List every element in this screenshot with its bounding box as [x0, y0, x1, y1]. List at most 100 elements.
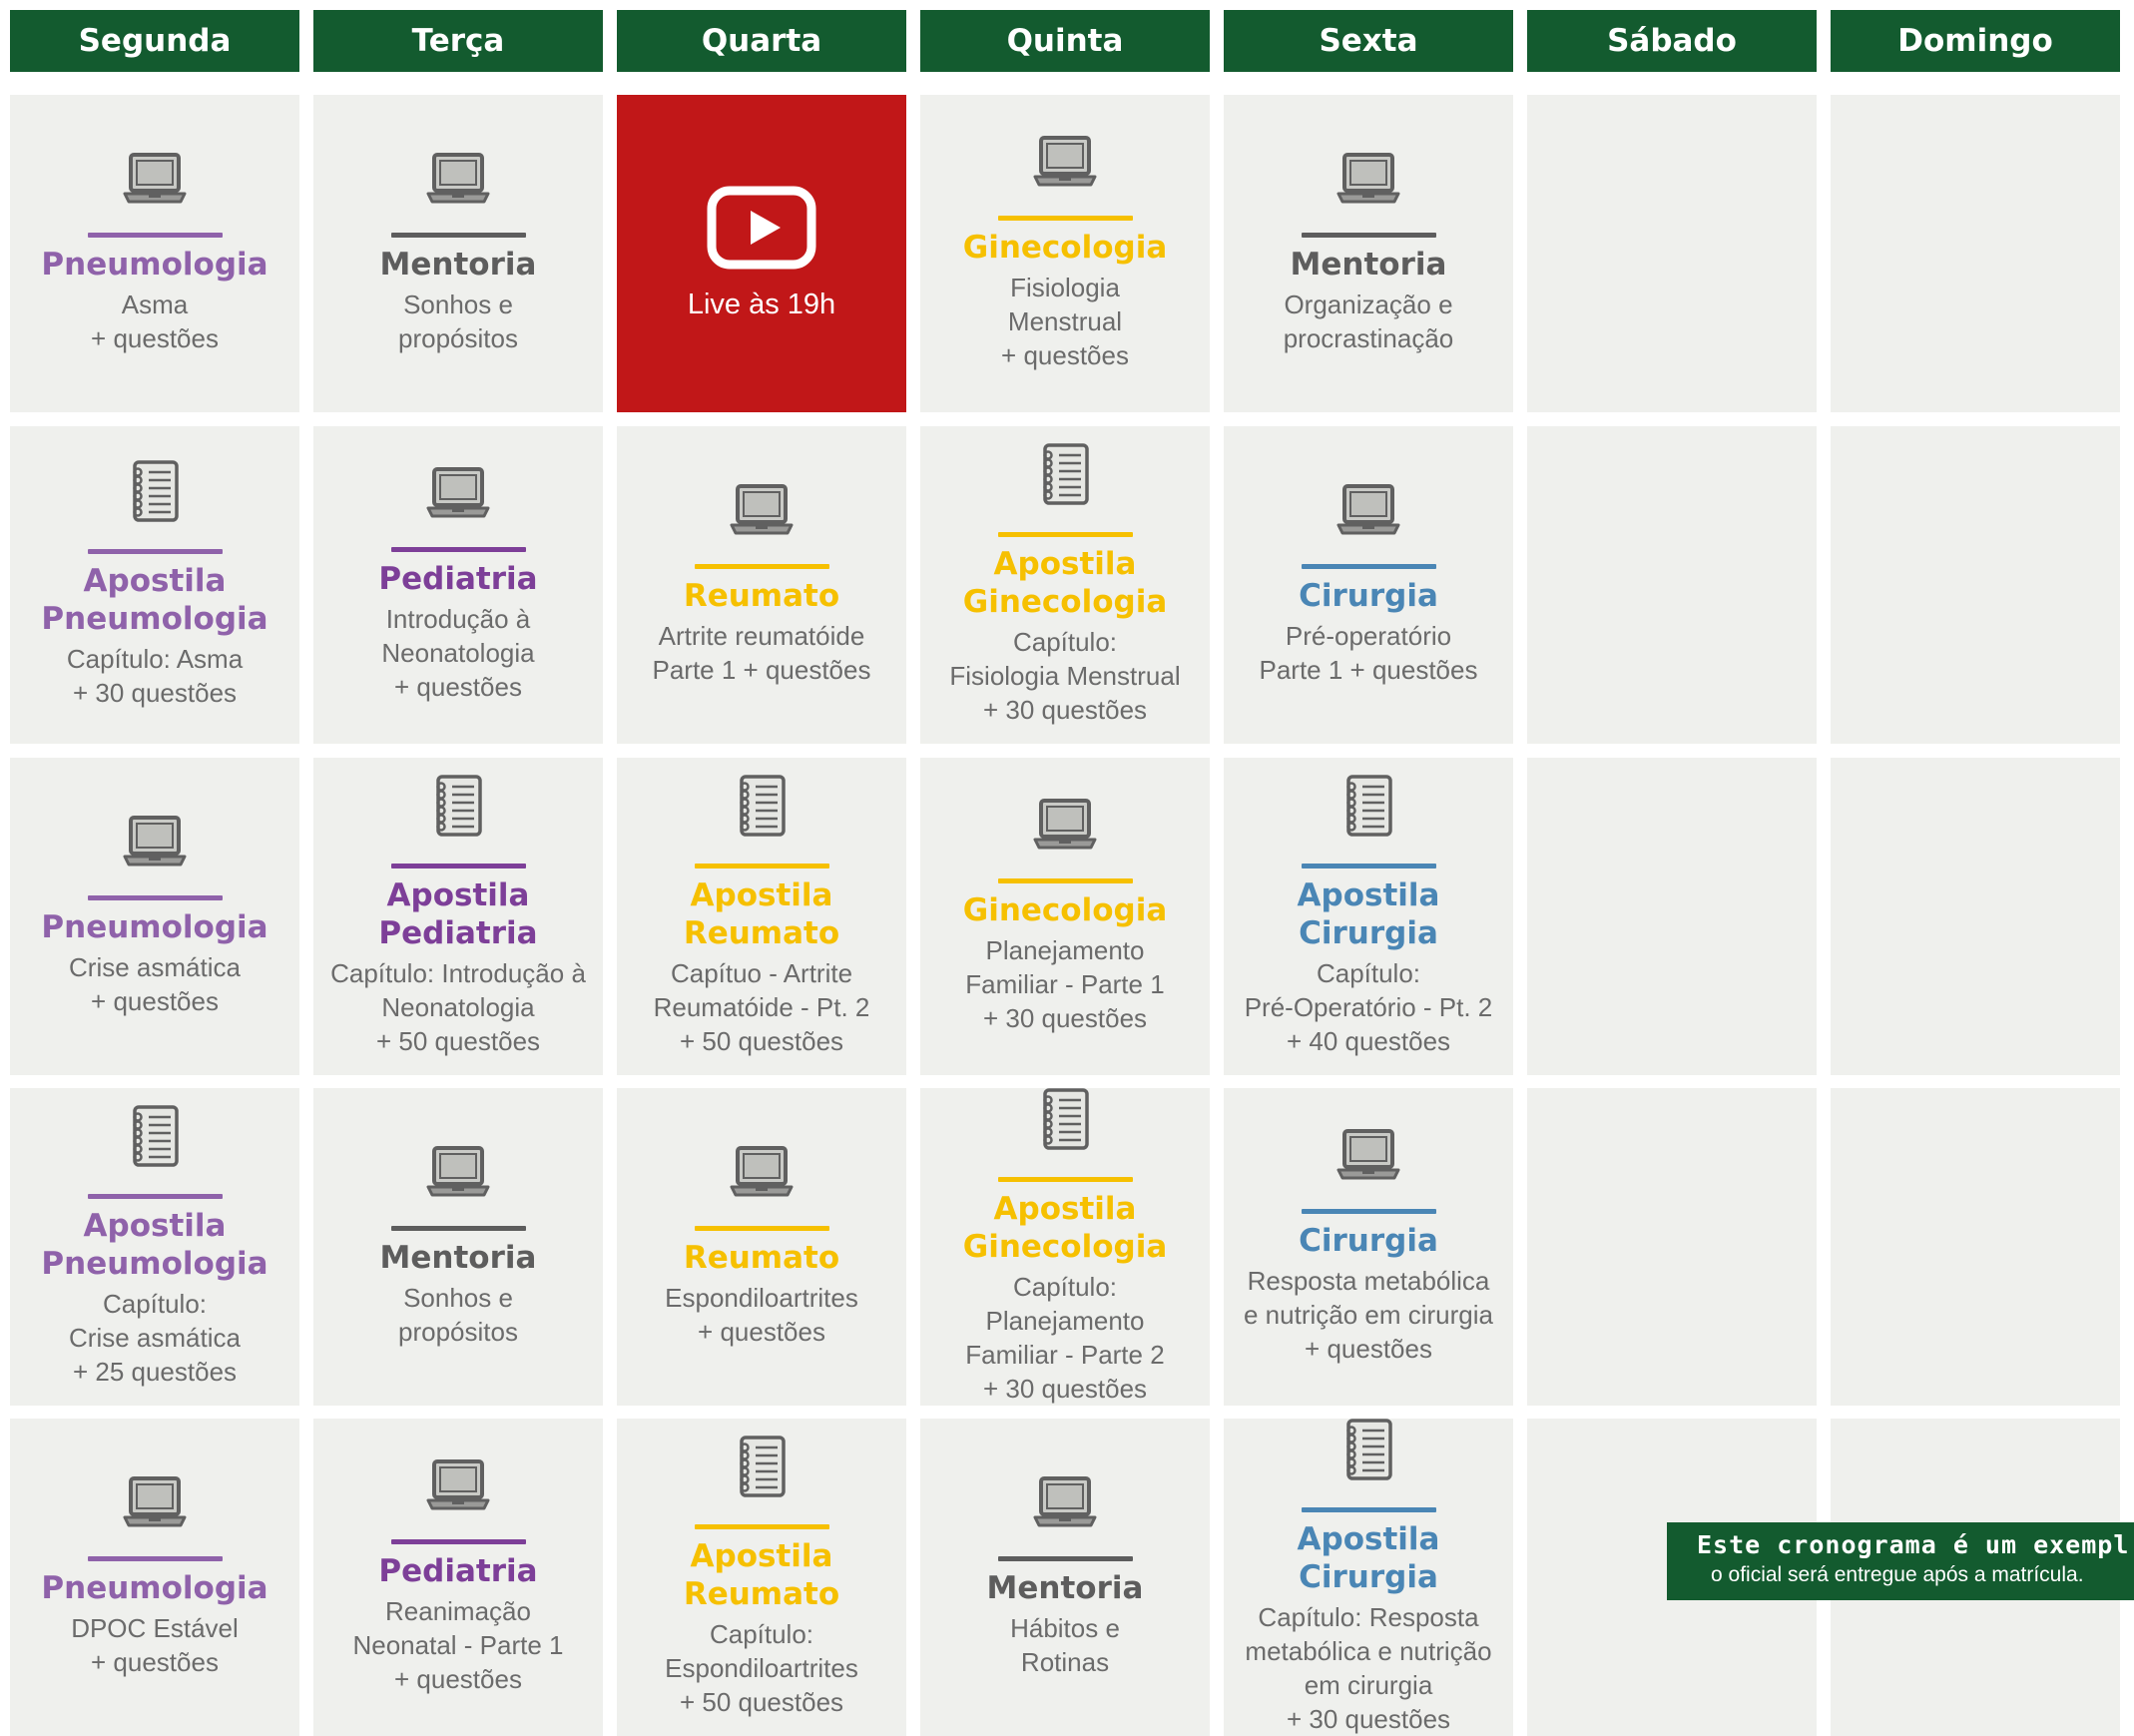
day-header-3: Quinta: [920, 10, 1210, 72]
disclaimer-line-1: Este cronograma é um exempl: [1697, 1530, 2130, 1559]
subject-title: Pneumologia: [41, 1570, 268, 1606]
laptop-icon: [426, 152, 490, 211]
subject-title: Apostila Reumato: [683, 1538, 840, 1612]
lesson-description: Capítulo: Pré-Operatório - Pt. 2 + 40 qu…: [1244, 958, 1493, 1056]
schedule-cell: Pneumologia Asma + questões: [10, 95, 299, 412]
lesson-description: Capítulo: Introdução à Neonatologia + 50…: [330, 958, 586, 1056]
subject-title: Cirurgia: [1299, 578, 1438, 614]
schedule-cell: Pneumologia DPOC Estável + questões: [10, 1419, 299, 1736]
lesson-description: Capítulo: Resposta metabólica e nutrição…: [1245, 1602, 1492, 1734]
day-header-6: Domingo: [1831, 10, 2120, 72]
day-header-4: Sexta: [1224, 10, 1513, 72]
live-cell: Live às 19h: [617, 95, 906, 412]
notebook-icon: [1039, 443, 1091, 510]
subject-title: Pediatria: [378, 561, 538, 597]
empty-cell: [1831, 758, 2120, 1075]
empty-cell: [1527, 426, 1817, 744]
schedule-cell: Apostila Reumato Capítuo - Artrite Reumat…: [617, 758, 906, 1075]
schedule-cell: Apostila Pneumologia Capítulo: Asma + 30 …: [10, 426, 299, 744]
schedule-cell: Mentoria Sonhos e propósitos: [313, 95, 603, 412]
disclaimer-line-2: o oficial será entregue após a matrícula…: [1711, 1563, 2084, 1586]
schedule-cell: Apostila Pediatria Capítulo: Introdução à…: [313, 758, 603, 1075]
subject-title: Apostila Pneumologia: [41, 563, 268, 637]
subject-divider: [694, 564, 829, 569]
subject-divider: [390, 864, 526, 868]
subject-title: Apostila Cirurgia: [1297, 877, 1440, 951]
subject-divider: [1301, 564, 1436, 569]
laptop-icon: [426, 466, 490, 525]
subject-divider: [997, 532, 1133, 537]
lesson-description: Hábitos e Rotinas: [1010, 1613, 1120, 1677]
empty-cell: [1831, 1088, 2120, 1406]
subject-divider: [87, 549, 223, 554]
schedule-cell: Mentoria Sonhos e propósitos: [313, 1088, 603, 1406]
schedule-cell: Pneumologia Crise asmática + questões: [10, 758, 299, 1075]
lesson-description: Capítulo: Fisiologia Menstrual + 30 ques…: [949, 627, 1181, 725]
schedule-cell: Cirurgia Resposta metabólica e nutrição e…: [1224, 1088, 1513, 1406]
schedule-cell: Reumato Artrite reumatóide Parte 1 + ques…: [617, 426, 906, 744]
subject-divider: [1301, 233, 1436, 238]
notebook-icon: [736, 1436, 788, 1502]
schedule-cell: Apostila Reumato Capítulo: Espondiloartri…: [617, 1419, 906, 1736]
live-label: Live às 19h: [687, 289, 836, 320]
notebook-icon: [432, 775, 484, 842]
schedule-cell: Apostila Ginecologia Capítulo: Planejamen…: [920, 1088, 1210, 1406]
subject-title: Mentoria: [1290, 247, 1447, 283]
schedule-cell: Reumato Espondiloartrites + questões: [617, 1088, 906, 1406]
notebook-icon: [1039, 1088, 1091, 1155]
notebook-icon: [736, 775, 788, 842]
schedule-cell: Mentoria Hábitos e Rotinas: [920, 1419, 1210, 1736]
empty-cell: [1527, 95, 1817, 412]
subject-title: Reumato: [683, 1240, 840, 1276]
subject-divider: [390, 233, 526, 238]
youtube-play-icon[interactable]: [707, 186, 816, 275]
notebook-icon: [1342, 775, 1394, 842]
laptop-icon: [123, 1475, 187, 1534]
schedule-cell: Ginecologia Planejamento Familiar - Parte…: [920, 758, 1210, 1075]
day-header-1: Terça: [313, 10, 603, 72]
subject-title: Mentoria: [379, 247, 537, 283]
lesson-description: Capítulo: Asma + 30 questões: [66, 644, 244, 708]
laptop-icon: [426, 1458, 490, 1517]
subject-title: Apostila Pediatria: [378, 877, 538, 951]
empty-cell: [1527, 758, 1817, 1075]
schedule-cell: Apostila Cirurgia Capítulo: Resposta meta…: [1224, 1419, 1513, 1736]
subject-divider: [87, 1556, 223, 1561]
subject-divider: [694, 1524, 829, 1529]
lesson-description: DPOC Estável + questões: [71, 1613, 239, 1677]
subject-divider: [997, 1177, 1133, 1182]
subject-divider: [87, 233, 223, 238]
laptop-icon: [1033, 798, 1097, 857]
schedule-cell: Pediatria Reanimação Neonatal - Parte 1 +…: [313, 1419, 603, 1736]
laptop-icon: [426, 1145, 490, 1204]
schedule-cell: Apostila Ginecologia Capítulo: Fisiologia…: [920, 426, 1210, 744]
laptop-icon: [730, 483, 794, 542]
subject-divider: [997, 878, 1133, 883]
subject-title: Pneumologia: [41, 247, 268, 283]
lesson-description: Capítulo: Crise asmática + 25 questões: [69, 1289, 241, 1387]
subject-title: Pneumologia: [41, 909, 268, 945]
subject-title: Ginecologia: [962, 892, 1168, 928]
schedule-cell: Apostila Cirurgia Capítulo: Pré-Operatóri…: [1224, 758, 1513, 1075]
laptop-icon: [1033, 135, 1097, 194]
lesson-description: Sonhos e propósitos: [398, 1283, 518, 1347]
subject-title: Ginecologia: [962, 230, 1168, 266]
lesson-description: Pré-operatório Parte 1 + questões: [1259, 621, 1478, 685]
notebook-icon: [129, 1105, 181, 1172]
subject-divider: [390, 547, 526, 552]
schedule-cell: Mentoria Organização e procrastinação: [1224, 95, 1513, 412]
day-header-5: Sábado: [1527, 10, 1817, 72]
lesson-description: Asma + questões: [91, 289, 219, 353]
lesson-description: Fisiologia Menstrual + questões: [1001, 273, 1129, 370]
notebook-icon: [129, 460, 181, 527]
lesson-description: Introdução à Neonatologia + questões: [381, 604, 535, 702]
disclaimer-banner: Este cronograma é um exempl o oficial se…: [1667, 1522, 2134, 1600]
subject-divider: [694, 864, 829, 868]
schedule-cell: Ginecologia Fisiologia Menstrual + questõ…: [920, 95, 1210, 412]
laptop-icon: [730, 1145, 794, 1204]
empty-cell: [1831, 426, 2120, 744]
subject-divider: [997, 1556, 1133, 1561]
laptop-icon: [1336, 483, 1400, 542]
day-header-0: Segunda: [10, 10, 299, 72]
lesson-description: Capítulo: Planejamento Familiar - Parte …: [965, 1272, 1165, 1404]
